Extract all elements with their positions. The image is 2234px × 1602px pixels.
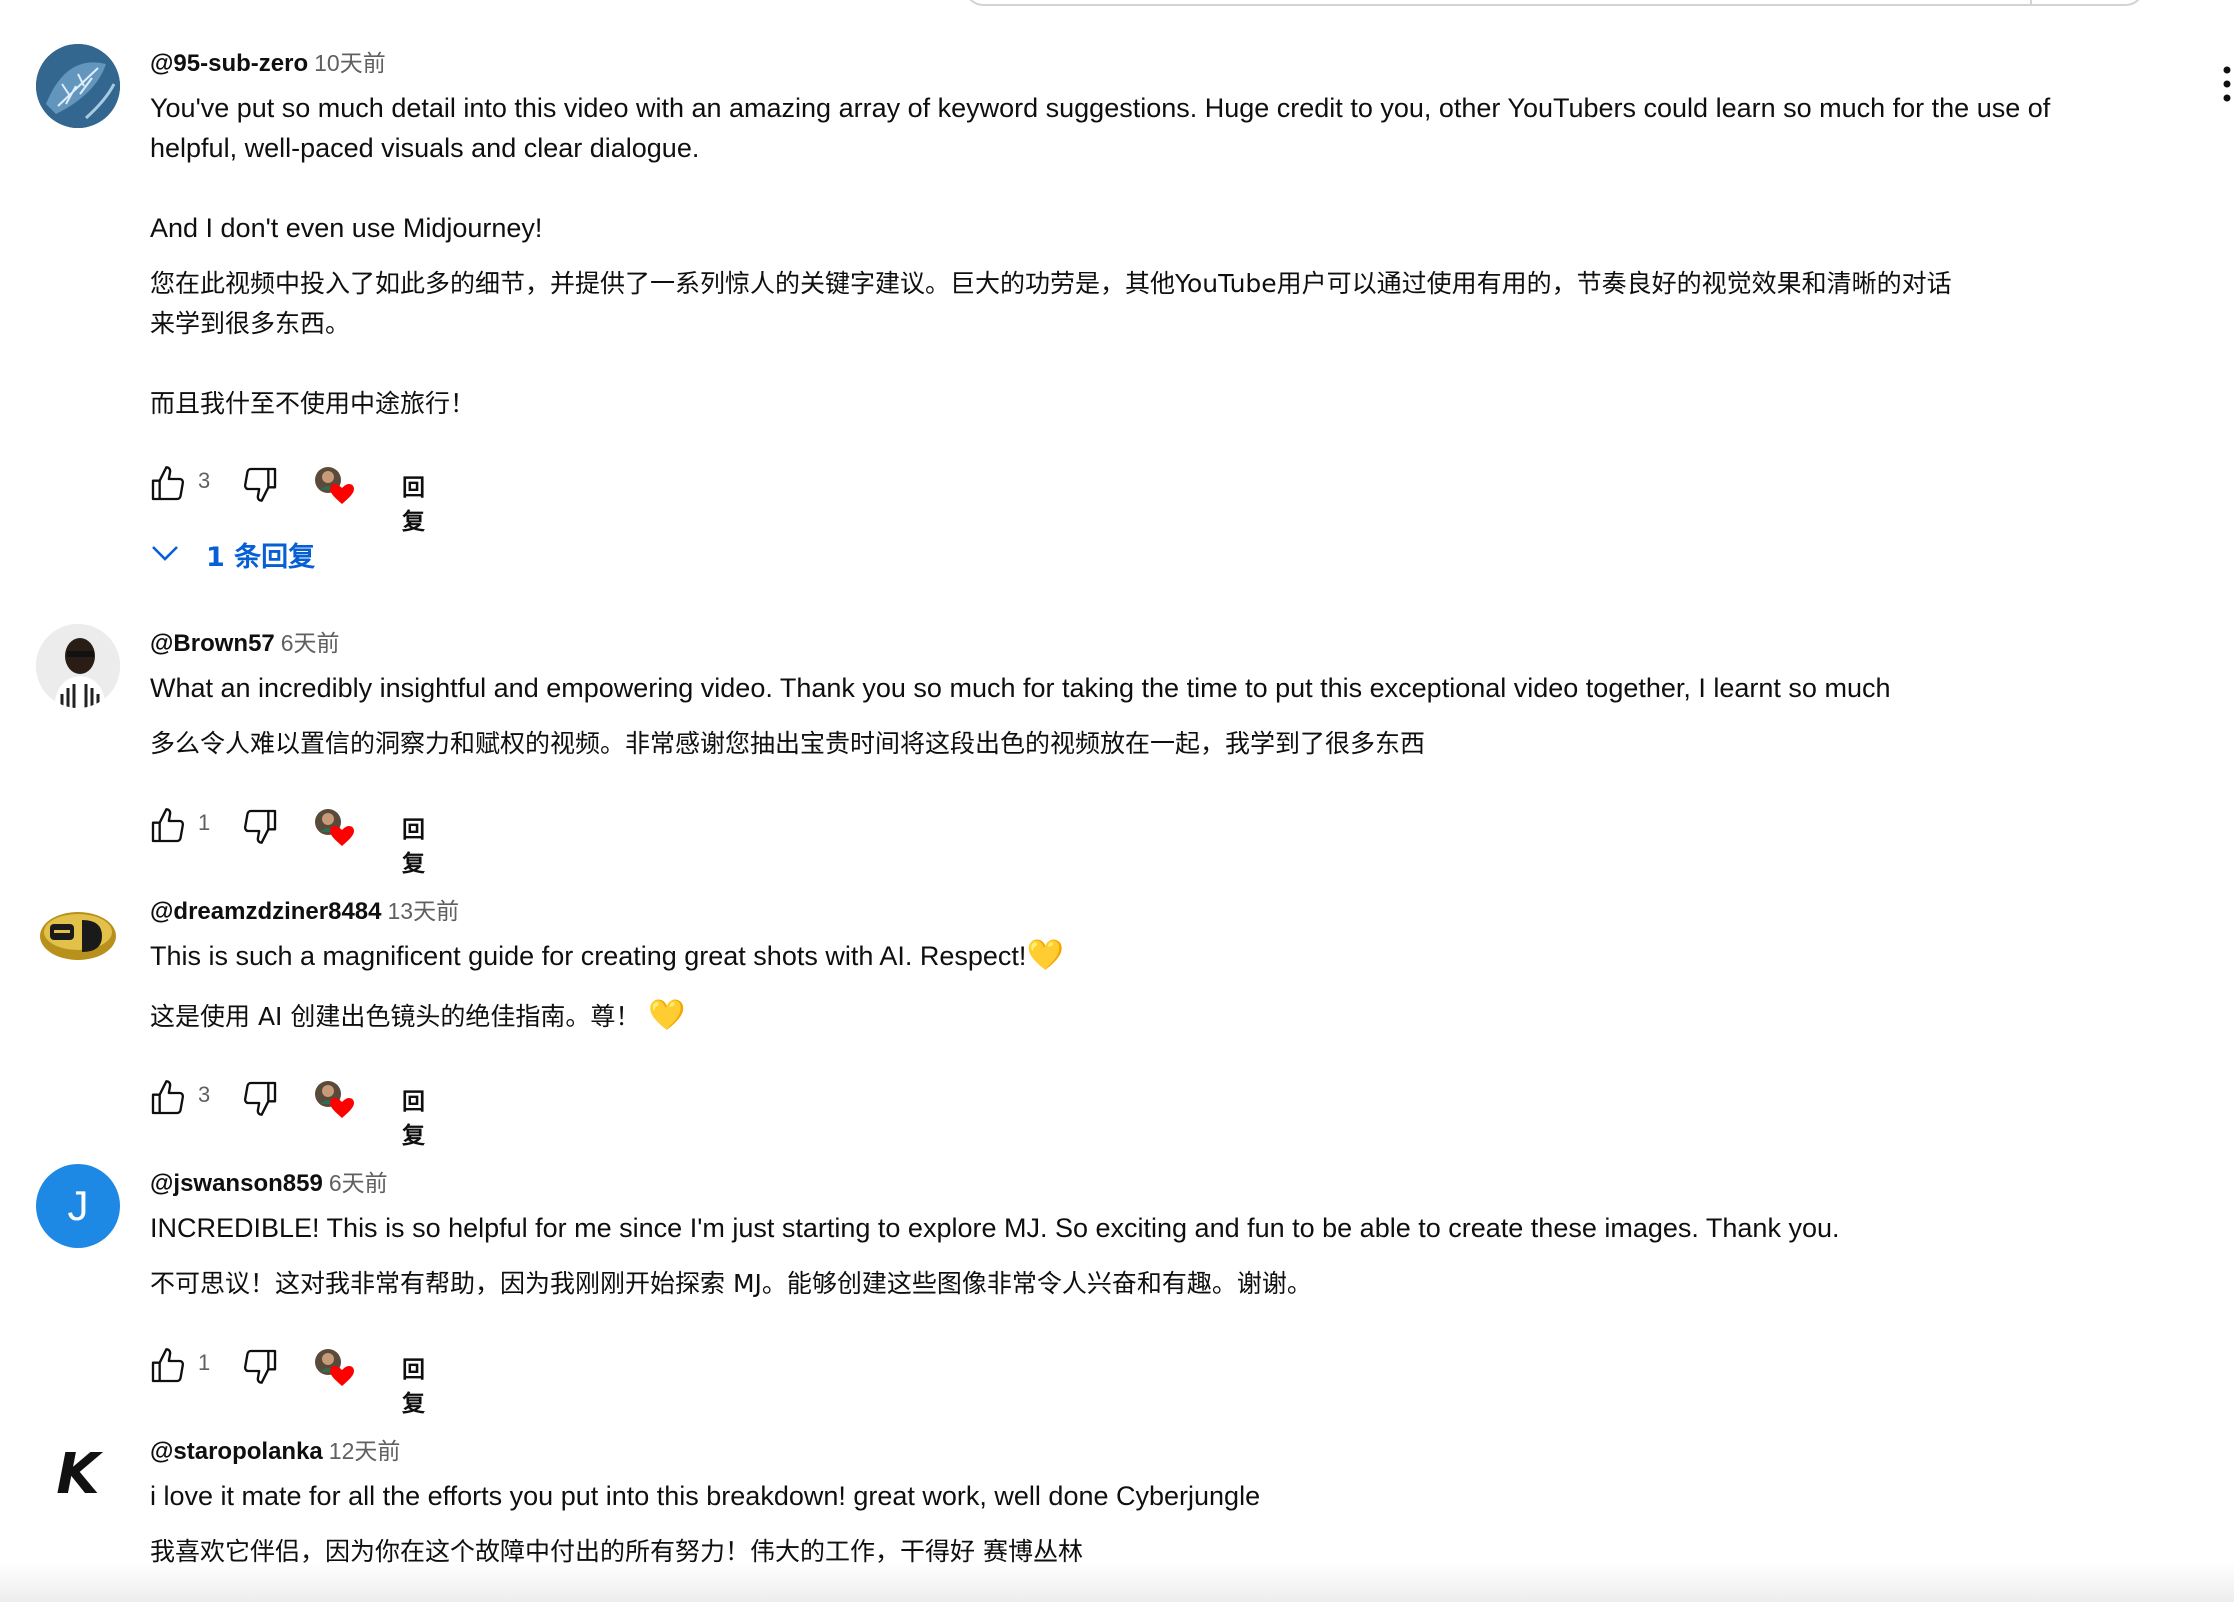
creator-heart-icon[interactable] — [312, 806, 356, 850]
creator-heart-icon[interactable] — [312, 1346, 356, 1390]
comment-header: @jswanson859 6天前 — [150, 1166, 388, 1200]
avatar-letter: K — [56, 1441, 100, 1507]
comment-header: @95-sub-zero 10天前 — [150, 46, 386, 80]
comment-text-zh: 多么令人难以置信的洞察力和赋权的视频。非常感谢您抽出宝贵时间将这段出色的视频放在… — [150, 729, 1426, 758]
thumbs-down-icon[interactable] — [238, 804, 282, 848]
bottom-shadow — [0, 1562, 2234, 1602]
thumbs-down-icon[interactable] — [238, 1344, 282, 1388]
comment-text-en-body: This is such a magnificent guide for cre… — [150, 941, 1027, 971]
thumbs-up-icon[interactable] — [146, 1344, 190, 1388]
thumbs-up-icon[interactable] — [146, 462, 190, 506]
creator-heart-icon[interactable] — [312, 464, 356, 508]
timestamp[interactable]: 12天前 — [329, 1438, 401, 1464]
timestamp[interactable]: 6天前 — [281, 630, 340, 656]
author-name[interactable]: @Brown57 — [150, 630, 275, 657]
like-count: 3 — [198, 468, 211, 493]
avatar[interactable] — [36, 624, 120, 708]
yellow-heart-emoji: 💛 — [648, 998, 686, 1033]
more-vert-icon[interactable] — [2220, 62, 2234, 106]
avatar[interactable] — [36, 894, 120, 978]
comment-text-en: i love it mate for all the efforts you p… — [150, 1481, 1261, 1511]
timestamp[interactable]: 6天前 — [329, 1170, 388, 1196]
like-count: 1 — [198, 810, 211, 835]
thumbs-down-icon[interactable] — [238, 462, 282, 506]
chevron-down-icon — [150, 539, 180, 570]
view-replies-button[interactable]: 1 条回复 — [150, 532, 315, 576]
thumbs-up-icon[interactable] — [146, 1076, 190, 1120]
comment-text-zh-body: 这是使用 AI 创建出色镜头的绝佳指南。尊！ — [150, 1002, 641, 1031]
comment-text-en: You've put so much detail into this vide… — [150, 93, 2051, 243]
comment-text-en: INCREDIBLE! This is so helpful for me si… — [150, 1213, 1840, 1243]
comment-header: @Brown57 6天前 — [150, 626, 340, 660]
thumbs-up-icon[interactable] — [146, 804, 190, 848]
timestamp[interactable]: 10天前 — [314, 50, 386, 76]
comment-text-zh: 这是使用 AI 创建出色镜头的绝佳指南。尊！ 💛 — [150, 996, 2170, 1037]
input-divider — [2030, 0, 2032, 4]
author-name[interactable]: @dreamzdziner8484 — [150, 898, 382, 925]
reply-button[interactable]: 回复 — [402, 1082, 425, 1150]
thumbs-down-icon[interactable] — [238, 1076, 282, 1120]
yellow-heart-emoji: 💛 — [1026, 939, 1064, 972]
comment-header: @dreamzdziner8484 13天前 — [150, 894, 459, 928]
reply-button[interactable]: 回复 — [402, 468, 425, 536]
comment-text-en: What an incredibly insightful and empowe… — [150, 673, 1891, 703]
author-name[interactable]: @95-sub-zero — [150, 50, 308, 77]
like-count: 1 — [198, 1350, 211, 1375]
timestamp[interactable]: 13天前 — [388, 898, 460, 924]
avatar-letter: J — [67, 1182, 89, 1229]
reply-button[interactable]: 回复 — [402, 810, 425, 878]
comment-text-zh: 您在此视频中投入了如此多的细节，并提供了一系列惊人的关键字建议。巨大的功劳是，其… — [150, 269, 1952, 418]
replies-count-label: 1 条回复 — [206, 541, 316, 573]
author-name[interactable]: @jswanson859 — [150, 1170, 323, 1197]
comment-text-zh: 不可思议！这对我非常有帮助，因为我刚刚开始探索 MJ。能够创建这些图像非常令人兴… — [150, 1269, 1312, 1298]
avatar[interactable] — [36, 44, 120, 128]
author-name[interactable]: @staropolanka — [150, 1438, 323, 1465]
like-count: 3 — [198, 1082, 211, 1107]
avatar[interactable]: K — [36, 1432, 120, 1516]
creator-heart-icon[interactable] — [312, 1078, 356, 1122]
comment-text-en: This is such a magnificent guide for cre… — [150, 936, 2170, 976]
reply-button[interactable]: 回复 — [402, 1350, 425, 1418]
comment-header: @staropolanka 12天前 — [150, 1434, 400, 1468]
top-input-edge[interactable] — [965, 0, 2144, 6]
avatar[interactable]: J — [36, 1164, 120, 1248]
